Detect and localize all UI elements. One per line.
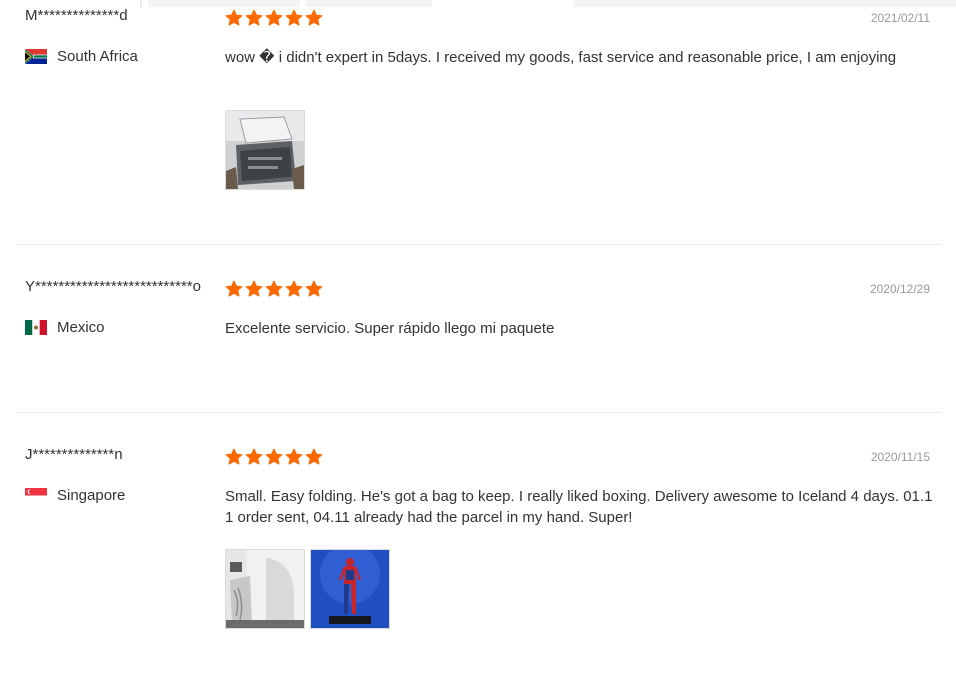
review-item: M**************d South Africa 2021/02/11… <box>16 0 941 245</box>
reviewer-name: M**************d <box>25 7 128 24</box>
review-text: Small. Easy folding. He's got a bag to k… <box>225 488 933 526</box>
country-label: Mexico <box>57 319 105 336</box>
review-photos <box>225 549 390 629</box>
review-date: 2021/02/11 <box>870 11 930 25</box>
star-icon <box>225 9 243 26</box>
star-icon <box>265 448 283 465</box>
star-icon <box>305 9 323 26</box>
reviewer-country: South Africa <box>25 48 138 65</box>
review-photo-thumbnail[interactable] <box>225 110 305 190</box>
star-icon <box>285 448 303 465</box>
star-icon <box>265 9 283 26</box>
star-icon <box>245 9 263 26</box>
country-label: South Africa <box>57 48 138 65</box>
star-rating <box>225 280 323 298</box>
review-text: Excelente servicio. Super rápido llego m… <box>225 320 555 337</box>
star-icon <box>285 9 303 26</box>
review-photo-thumbnail[interactable] <box>310 549 390 629</box>
review-item: J**************n Singapore 2020/11/15 Sm… <box>16 412 941 679</box>
review-photo-thumbnail[interactable] <box>225 549 305 629</box>
singapore-flag-icon <box>25 488 47 503</box>
south-africa-flag-icon <box>25 49 47 64</box>
reviewer-name: Y***************************o <box>25 278 201 295</box>
star-icon <box>245 448 263 465</box>
star-icon <box>305 448 323 465</box>
review-item: Y***************************o Mexico 202… <box>16 244 941 413</box>
star-rating <box>225 448 323 466</box>
star-icon <box>285 280 303 297</box>
country-label: Singapore <box>57 487 126 504</box>
star-icon <box>245 280 263 297</box>
review-photo-spiderman-figure <box>311 550 389 628</box>
reviewer-country: Mexico <box>25 319 105 336</box>
mexico-flag-icon <box>25 320 47 335</box>
star-icon <box>225 448 243 465</box>
review-photo-lightbox <box>226 550 304 628</box>
review-text: wow � i didn't expert in 5days. I receiv… <box>225 49 897 66</box>
reviewer-name: J**************n <box>25 446 123 463</box>
review-photo-folded-box <box>226 111 304 189</box>
review-date: 2020/12/29 <box>869 282 930 296</box>
star-icon <box>225 280 243 297</box>
review-date: 2020/11/15 <box>870 450 930 464</box>
reviewer-country: Singapore <box>25 487 125 504</box>
star-icon <box>265 280 283 297</box>
review-photos <box>225 110 305 190</box>
star-icon <box>305 280 323 297</box>
star-rating <box>225 9 323 27</box>
